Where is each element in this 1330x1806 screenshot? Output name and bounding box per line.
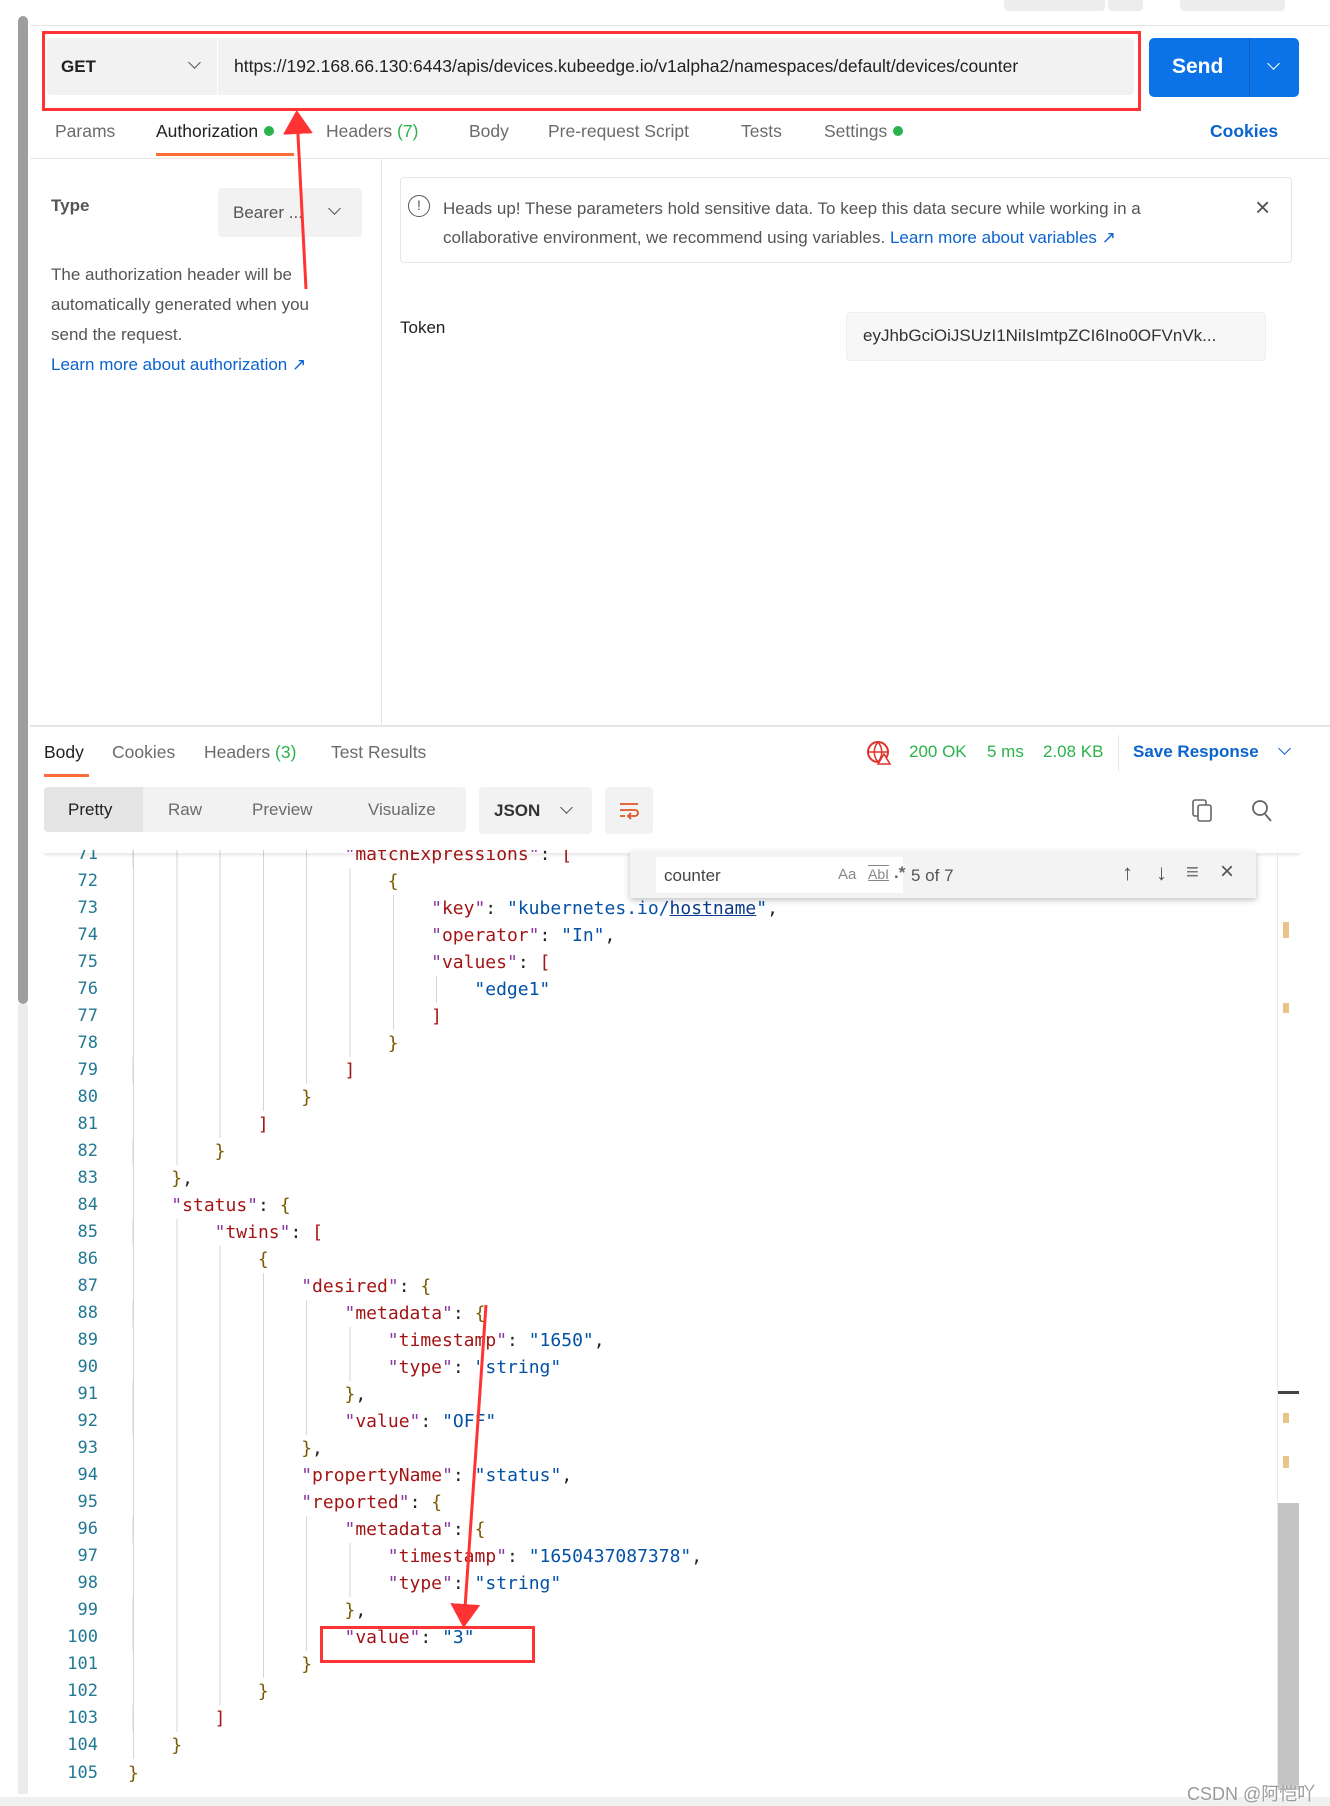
annotation-arrow	[450, 1304, 488, 1628]
status-bar	[0, 1797, 1330, 1806]
annotation-arrow	[282, 110, 313, 290]
watermark: CSDN @阿恺吖	[1187, 1784, 1316, 1804]
annotation-arrows	[282, 110, 488, 1628]
